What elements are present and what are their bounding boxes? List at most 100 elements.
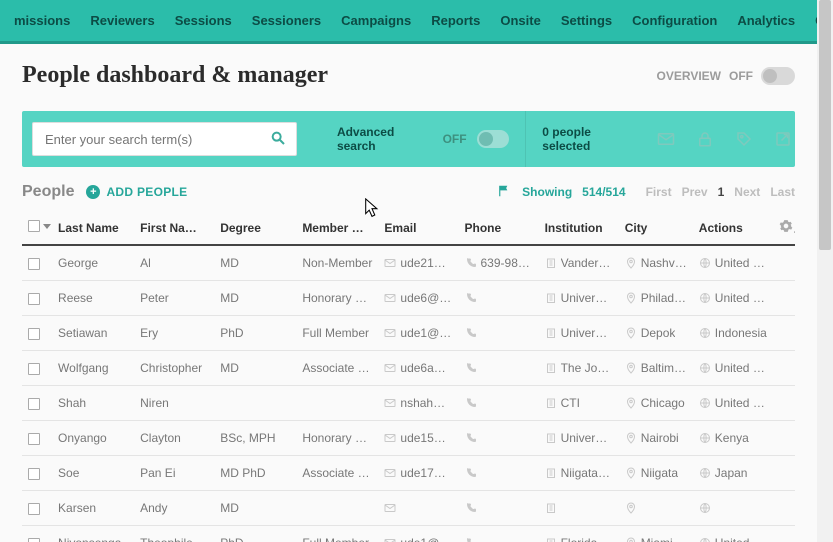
table-row[interactable]: NiyonsengaTheophilePhDFull Memberude1@fi… — [22, 526, 795, 542]
nav-item-missions[interactable]: missions — [4, 0, 80, 43]
scrollbar-thumb[interactable] — [819, 0, 831, 250]
nav-item-settings[interactable]: Settings — [551, 0, 622, 43]
col-header-last-name[interactable]: Last Name — [52, 211, 134, 245]
cell-phone-icon — [465, 432, 477, 444]
row-checkbox[interactable] — [28, 398, 40, 410]
cell-email: ude15@u… — [378, 421, 458, 456]
col-settings-gear[interactable] — [773, 211, 795, 245]
table-row[interactable]: ReesePeterMDHonorary Me…ude6@ipr…Univers… — [22, 281, 795, 316]
table-row[interactable]: ShahNirennshah@co…CTIChicagoUnited Sta… — [22, 386, 795, 421]
nav-item-sessions[interactable]: Sessions — [165, 0, 242, 43]
search-icon[interactable] — [270, 130, 286, 149]
cell-country-icon — [699, 467, 711, 479]
chevron-down-icon — [43, 224, 51, 229]
add-people-button[interactable]: + ADD PEOPLE — [86, 185, 187, 199]
cell-institution: The Johns … — [539, 351, 619, 386]
cell-last-name: Shah — [52, 386, 134, 421]
row-checkbox[interactable] — [28, 468, 40, 480]
pager-first[interactable]: First — [646, 185, 672, 199]
nav-item-sessioners[interactable]: Sessioners — [242, 0, 331, 43]
row-checkbox-cell[interactable] — [22, 421, 52, 456]
table-row[interactable]: OnyangoClaytonBSc, MPHHonorary Me…ude15@… — [22, 421, 795, 456]
export-selected-icon[interactable] — [772, 127, 795, 151]
col-header-member[interactable]: Member … — [296, 211, 378, 245]
col-header-city[interactable]: City — [619, 211, 693, 245]
col-header-phone[interactable]: Phone — [459, 211, 539, 245]
plus-icon: + — [86, 185, 100, 199]
pager-next[interactable]: Next — [734, 185, 760, 199]
cell-first-name: Theophile — [134, 526, 214, 542]
cell-email: nshah@co… — [378, 386, 458, 421]
nav-item-reports[interactable]: Reports — [421, 0, 490, 43]
cell-phone-icon — [465, 257, 477, 269]
row-checkbox-cell[interactable] — [22, 281, 52, 316]
table-row[interactable]: KarsenAndyMD — [22, 491, 795, 526]
nav-item-onsite[interactable]: Onsite — [490, 0, 550, 43]
col-header-institution[interactable]: Institution — [539, 211, 619, 245]
tag-selected-icon[interactable] — [733, 127, 756, 151]
cell-country-icon — [699, 397, 711, 409]
cell-country: United Sta… — [693, 245, 773, 281]
cell-institution-icon — [545, 502, 557, 514]
table-header-row: Last Name First Na… Degree Member … Emai… — [22, 211, 795, 245]
nav-item-campaigns[interactable]: Campaigns — [331, 0, 421, 43]
pager-last[interactable]: Last — [770, 185, 795, 199]
nav-item-configuration[interactable]: Configuration — [622, 0, 727, 43]
nav-item-analytics[interactable]: Analytics — [727, 0, 805, 43]
page-title: People dashboard & manager — [22, 62, 657, 89]
col-header-first-name[interactable]: First Na… — [134, 211, 214, 245]
cell-phone — [459, 386, 539, 421]
cell-institution — [539, 491, 619, 526]
cell-gear-spacer — [773, 245, 795, 281]
overview-toggle[interactable] — [761, 67, 795, 85]
showing-count: 514/514 — [582, 185, 625, 199]
cell-gear-spacer — [773, 526, 795, 542]
table-row[interactable]: SetiawanEryPhDFull Memberude1@ui.a…Unive… — [22, 316, 795, 351]
cell-city-icon — [625, 537, 637, 542]
search-input[interactable] — [43, 131, 270, 148]
row-checkbox[interactable] — [28, 503, 40, 515]
row-checkbox[interactable] — [28, 293, 40, 305]
cell-country: Japan — [693, 456, 773, 491]
table-row[interactable]: SoePan EiMD PhDAssociate me…ude17@m…Niig… — [22, 456, 795, 491]
row-checkbox-cell[interactable] — [22, 491, 52, 526]
col-header-email[interactable]: Email — [378, 211, 458, 245]
nav-item-reviewers[interactable]: Reviewers — [80, 0, 164, 43]
cell-phone — [459, 456, 539, 491]
cell-last-name: Reese — [52, 281, 134, 316]
scrollbar-track[interactable] — [817, 0, 833, 542]
row-checkbox[interactable] — [28, 328, 40, 340]
col-header-checkbox[interactable] — [22, 211, 52, 245]
advanced-search-label[interactable]: Advanced search — [337, 125, 433, 153]
cell-institution: University … — [539, 281, 619, 316]
cell-institution-icon — [545, 467, 557, 479]
cell-city: Niigata — [619, 456, 693, 491]
cell-phone — [459, 316, 539, 351]
row-checkbox-cell[interactable] — [22, 245, 52, 281]
cell-gear-spacer — [773, 351, 795, 386]
cell-email: ude1@ui.a… — [378, 316, 458, 351]
table-row[interactable]: GeorgeAlMDNon-Memberude21@va…639-984-5…V… — [22, 245, 795, 281]
col-header-actions[interactable]: Actions — [693, 211, 773, 245]
row-checkbox-cell[interactable] — [22, 316, 52, 351]
cell-institution-icon — [545, 362, 557, 374]
cell-email-icon — [384, 537, 396, 542]
flag-icon — [498, 184, 512, 201]
advanced-search-toggle[interactable] — [477, 130, 510, 148]
cell-city-icon — [625, 327, 637, 339]
pager-prev[interactable]: Prev — [682, 185, 708, 199]
mail-selected-icon[interactable] — [655, 127, 678, 151]
row-checkbox[interactable] — [28, 433, 40, 445]
row-checkbox[interactable] — [28, 538, 40, 542]
row-checkbox-cell[interactable] — [22, 386, 52, 421]
nav-item-operation[interactable]: Operation — [805, 0, 817, 43]
col-header-degree[interactable]: Degree — [214, 211, 296, 245]
row-checkbox-cell[interactable] — [22, 351, 52, 386]
row-checkbox-cell[interactable] — [22, 456, 52, 491]
row-checkbox-cell[interactable] — [22, 526, 52, 542]
table-row[interactable]: WolfgangChristopherMDAssociate Me…ude6a@… — [22, 351, 795, 386]
cell-member: Honorary Me… — [296, 421, 378, 456]
lock-selected-icon[interactable] — [694, 127, 717, 151]
row-checkbox[interactable] — [28, 363, 40, 375]
row-checkbox[interactable] — [28, 258, 40, 270]
